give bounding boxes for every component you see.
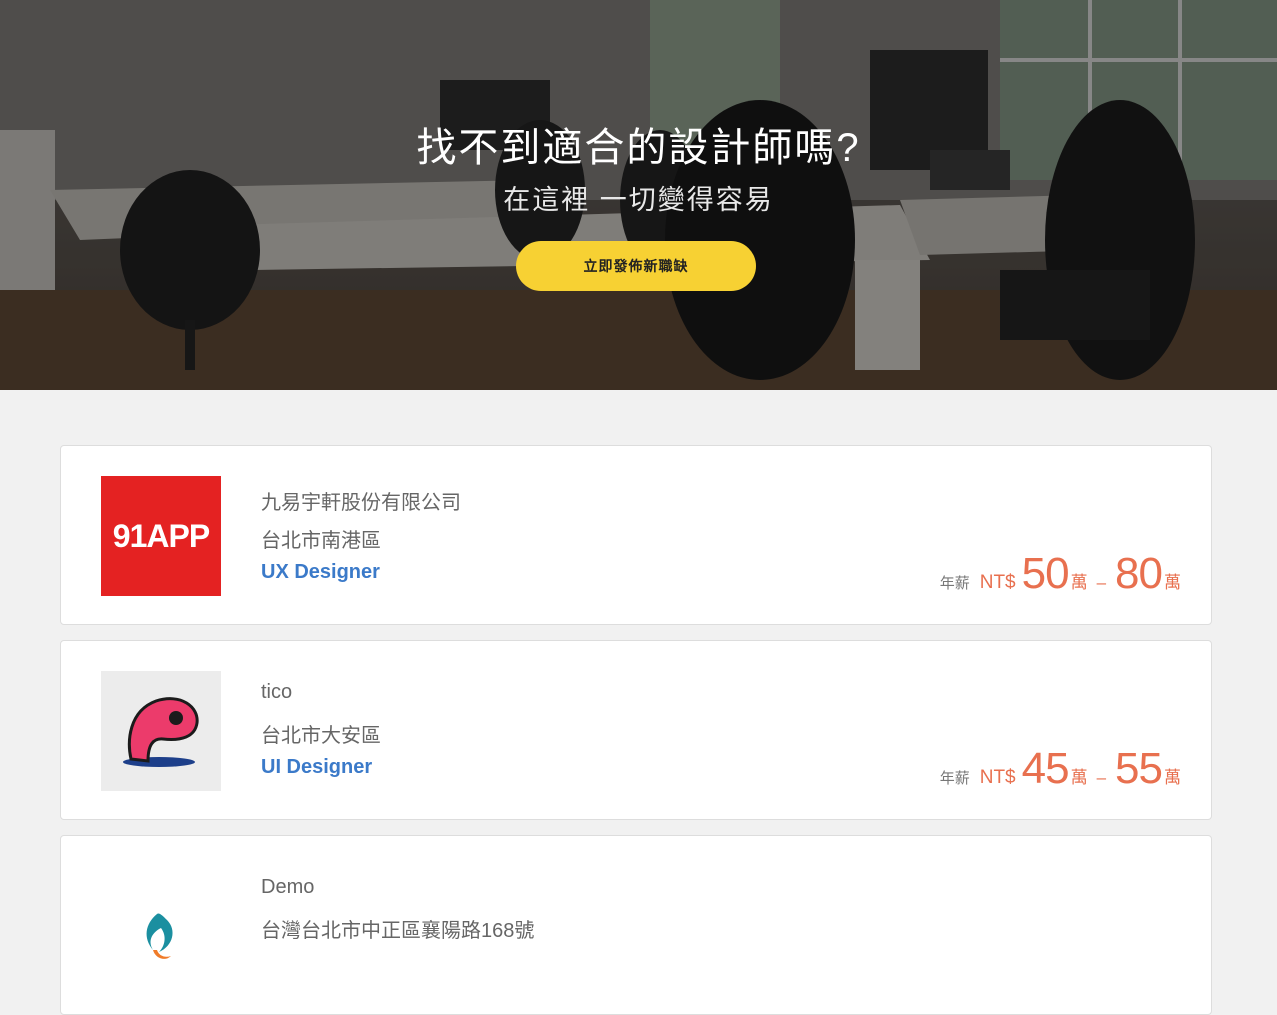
job-card[interactable]: tico 台北市大安區 UI Designer 年薪 NT$ 45 萬 – 55… [60,640,1212,820]
job-title-link[interactable]: UX Designer [261,561,380,584]
salary-label: 年薪 [939,575,970,592]
salary-currency: NT$ [979,767,1016,788]
salary-currency: NT$ [979,572,1016,593]
flame-icon [146,913,173,959]
salary-range: 年薪 NT$ 50 萬 – 80 萬 [940,552,1181,596]
pink-creature-icon [123,697,199,767]
company-name: 九易宇軒股份有限公司 [261,492,461,514]
company-location: 台灣台北市中正區襄陽路168號 [261,920,535,942]
job-card[interactable]: Demo 台灣台北市中正區襄陽路168號 [60,835,1212,1015]
salary-unit: 萬 [1164,768,1181,787]
company-location: 台北市大安區 [261,725,381,747]
salary-min: 50 [1021,549,1070,598]
salary-range: 年薪 NT$ 45 萬 – 55 萬 [940,747,1181,791]
salary-max: 55 [1115,744,1163,793]
salary-unit: 萬 [1070,768,1088,787]
salary-dash: – [1096,768,1107,787]
salary-max: 80 [1115,549,1163,598]
salary-unit: 萬 [1164,573,1181,592]
logo-text: 91APP [112,517,210,554]
job-card[interactable]: 91APP 九易宇軒股份有限公司 台北市南港區 UX Designer 年薪 N… [60,445,1212,625]
company-name: Demo [261,876,315,898]
hero-banner: 找不到適合的設計師嗎? 在這裡 一切變得容易 立即發佈新職缺 [0,0,1277,390]
salary-min: 45 [1021,744,1070,793]
company-location: 台北市南港區 [261,530,381,552]
company-name: tico [261,681,293,703]
salary-unit: 萬 [1070,573,1088,592]
hero-title: 找不到適合的設計師嗎? [416,126,861,170]
company-logo-91app: 91APP [101,476,221,596]
company-logo-tico [101,671,221,791]
company-logo-demo [101,866,221,986]
salary-label: 年薪 [939,770,970,787]
job-title-link[interactable]: UI Designer [261,756,372,779]
post-job-button[interactable]: 立即發佈新職缺 [516,241,756,291]
hero-subtitle: 在這裡 一切變得容易 [503,185,774,215]
salary-dash: – [1096,573,1107,592]
